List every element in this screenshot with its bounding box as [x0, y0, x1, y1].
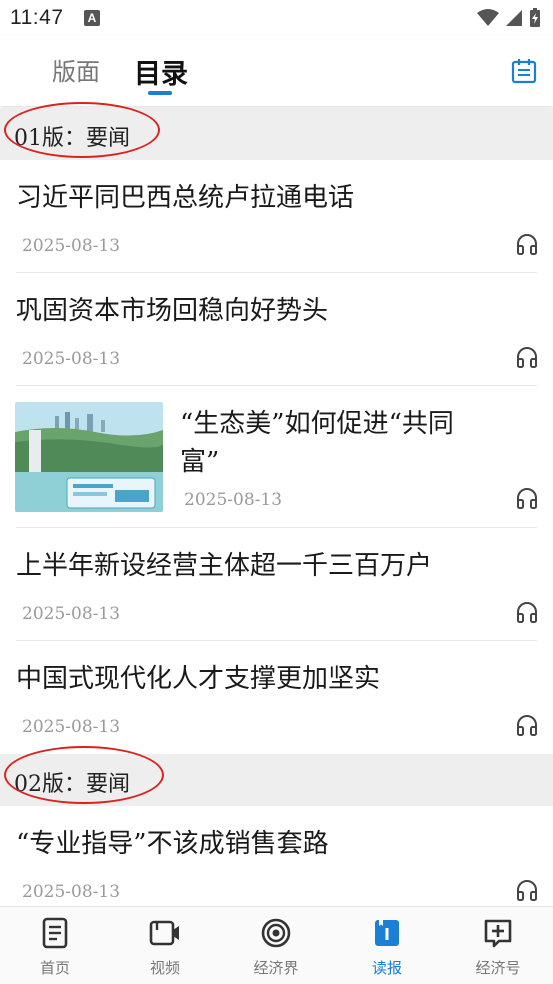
article-date: 2025-08-13 [22, 236, 121, 256]
headphones-icon[interactable] [515, 345, 539, 369]
target-icon [261, 918, 291, 948]
nav-video[interactable]: 视频 [110, 907, 220, 984]
document-icon [42, 917, 68, 949]
article-title-line[interactable]: 富” [180, 442, 219, 482]
thumbnail-image [15, 402, 163, 512]
battery-icon [530, 8, 540, 27]
video-icon [149, 920, 179, 946]
section-header: 02版：要闻 [0, 746, 553, 806]
status-time: 11:47 [10, 6, 64, 29]
nav-label: 视频 [149, 960, 180, 977]
headphones-icon[interactable] [515, 232, 539, 256]
section-header: 01版：要闻 [0, 102, 553, 160]
article-date: 2025-08-13 [22, 717, 121, 737]
headphones-icon[interactable] [515, 600, 539, 624]
nav-economy[interactable]: 经济界 [221, 907, 331, 984]
calendar-icon[interactable] [511, 58, 537, 84]
active-tab-indicator [148, 91, 172, 95]
article-item[interactable]: “专业指导”不该成销售套路 2025-08-13 [0, 806, 553, 906]
article-title-line[interactable]: “生态美”如何促进“共同 [180, 404, 454, 444]
article-date: 2025-08-13 [22, 349, 121, 369]
annotation-circle [4, 746, 164, 804]
nav-label: 经济号 [475, 960, 521, 977]
annotation-circle [4, 102, 160, 158]
article-date: 2025-08-13 [22, 882, 121, 902]
nav-label: 经济界 [253, 960, 299, 977]
bottom-nav: 首页 视频 经济界 读报 经济号 [0, 906, 553, 984]
status-icons [477, 8, 541, 28]
tab-layout[interactable]: 版面 [52, 52, 100, 87]
article-title[interactable]: 习近平同巴西总统卢拉通电话 [16, 178, 354, 218]
headphones-icon[interactable] [515, 878, 539, 902]
nav-label: 读报 [371, 960, 402, 977]
article-item[interactable]: 巩固资本市场回稳向好势头 2025-08-13 [0, 273, 553, 386]
nav-economy-account[interactable]: 经济号 [443, 907, 553, 984]
book-icon [375, 920, 399, 946]
article-title[interactable]: 上半年新设经营主体超一千三百万户 [16, 546, 432, 586]
nav-home[interactable]: 首页 [0, 907, 110, 984]
headphones-icon[interactable] [515, 486, 539, 510]
article-title[interactable]: 巩固资本市场回稳向好势头 [16, 291, 328, 331]
article-item[interactable]: “生态美”如何促进“共同 富” 2025-08-13 [0, 386, 553, 528]
tab-toc[interactable]: 目录 [134, 52, 188, 91]
article-thumbnail[interactable] [15, 402, 163, 512]
nav-read-paper[interactable]: 读报 [332, 907, 442, 984]
article-title[interactable]: 中国式现代化人才支撑更加坚实 [16, 659, 380, 699]
top-tab-bar: 版面 目录 [0, 36, 553, 106]
add-note-icon [484, 919, 512, 948]
wifi-icon [477, 9, 499, 26]
article-date: 2025-08-13 [22, 604, 121, 624]
status-bar: 11:47 A [0, 0, 553, 36]
article-item[interactable]: 上半年新设经营主体超一千三百万户 2025-08-13 [0, 528, 553, 641]
article-title[interactable]: “专业指导”不该成销售套路 [16, 824, 329, 864]
nav-label: 首页 [39, 960, 70, 977]
headphones-icon[interactable] [515, 713, 539, 737]
article-item[interactable]: 中国式现代化人才支撑更加坚实 2025-08-13 [0, 641, 553, 754]
notification-icon: A [84, 10, 100, 26]
signal-icon [506, 10, 522, 26]
article-item[interactable]: 习近平同巴西总统卢拉通电话 2025-08-13 [0, 160, 553, 273]
article-date: 2025-08-13 [184, 490, 283, 510]
